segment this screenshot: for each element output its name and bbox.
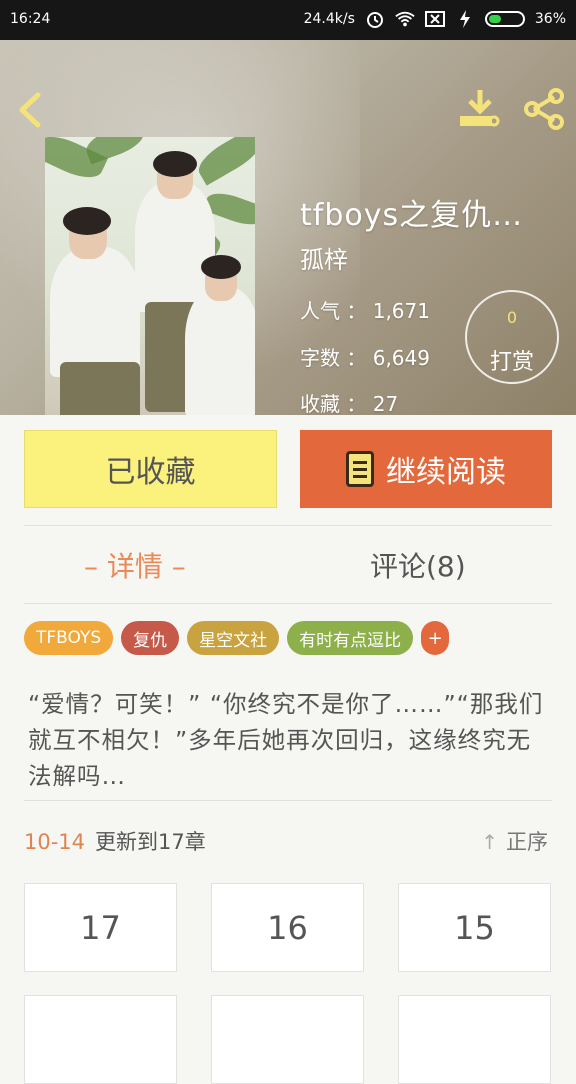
add-tag-button[interactable]: +	[421, 621, 450, 655]
stat-value: 6,649	[372, 346, 430, 370]
chapter-cell[interactable]: 16	[211, 883, 364, 972]
tag-tfboys[interactable]: TFBOYS	[24, 621, 114, 655]
stat-label: 收藏	[300, 392, 340, 415]
download-icon	[460, 90, 500, 127]
divider	[24, 800, 552, 801]
chapter-cell[interactable]	[398, 995, 551, 1084]
chapter-cell[interactable]: 15	[398, 883, 551, 972]
continue-reading-button[interactable]: 继续阅读	[300, 430, 552, 508]
book-author: 孤梓	[300, 246, 348, 274]
status-icons: 24.4k/s 36%	[304, 9, 566, 29]
book-title: tfboys之复仇…	[300, 198, 524, 233]
status-time: 16:24	[10, 11, 51, 27]
stat-value: 27	[372, 392, 399, 415]
battery-icon	[484, 11, 525, 27]
tab-detail[interactable]: – 详情 –	[84, 545, 186, 585]
chapter-cell[interactable]	[211, 995, 364, 1084]
download-button[interactable]	[458, 88, 502, 130]
reward-count: 0	[506, 308, 518, 327]
back-arrow-icon	[19, 92, 41, 128]
stat-value: 1,671	[372, 299, 430, 323]
favorited-button[interactable]: 已收藏	[24, 430, 277, 508]
favorited-label: 已收藏	[105, 455, 196, 490]
tab-comments[interactable]: 评论(8)	[370, 545, 466, 585]
update-info: 10-14 更新到17章	[24, 826, 206, 856]
no-sim-icon	[424, 9, 445, 29]
reward-button[interactable]: 0 打赏	[465, 290, 559, 384]
charging-icon	[455, 9, 475, 29]
book-icon	[346, 451, 374, 487]
tag-funny[interactable]: 有时有点逗比	[287, 621, 414, 655]
tag-xingkong[interactable]: 星空文社	[187, 621, 280, 655]
book-description[interactable]: “爱情？可笑！” “你终究不是你了……”“那我们就互不相欠！”多年后她再次回归，…	[28, 686, 552, 794]
stat-word-count: 字数 ： 6,649	[300, 346, 430, 370]
sort-order-button[interactable]: ↑ 正序	[481, 826, 548, 856]
chapter-cell[interactable]: 17	[24, 883, 177, 972]
arrow-up-icon: ↑	[481, 830, 498, 854]
divider	[24, 525, 552, 526]
stat-label: 字数	[300, 346, 340, 370]
status-bar: 16:24 24.4k/s 36%	[0, 0, 576, 40]
divider	[24, 603, 552, 604]
tag-revenge[interactable]: 复仇	[121, 621, 180, 655]
book-header: tfboys之复仇… 孤梓 人气 ： 1,671 字数 ： 6,649 收藏 ：…	[0, 40, 576, 415]
back-button[interactable]	[14, 90, 50, 130]
book-cover-image[interactable]	[45, 137, 255, 415]
update-date: 10-14	[24, 830, 86, 854]
update-text: 更新到17章	[95, 830, 206, 854]
stat-popularity: 人气 ： 1,671	[300, 299, 430, 323]
stat-label: 人气	[300, 299, 340, 323]
tag-list: TFBOYS 复仇 星空文社 有时有点逗比 +	[24, 621, 450, 655]
share-button[interactable]	[522, 88, 566, 130]
reward-label: 打赏	[489, 350, 534, 375]
battery-percent: 36%	[534, 11, 566, 27]
network-speed: 24.4k/s	[303, 11, 355, 27]
wifi-icon	[395, 9, 415, 29]
stat-favorites: 收藏 ： 27	[300, 392, 399, 415]
chapter-cell[interactable]	[24, 995, 177, 1084]
sort-order-label: 正序	[506, 830, 548, 854]
continue-reading-label: 继续阅读	[386, 455, 506, 490]
share-icon	[524, 88, 564, 130]
alarm-icon	[365, 9, 385, 29]
